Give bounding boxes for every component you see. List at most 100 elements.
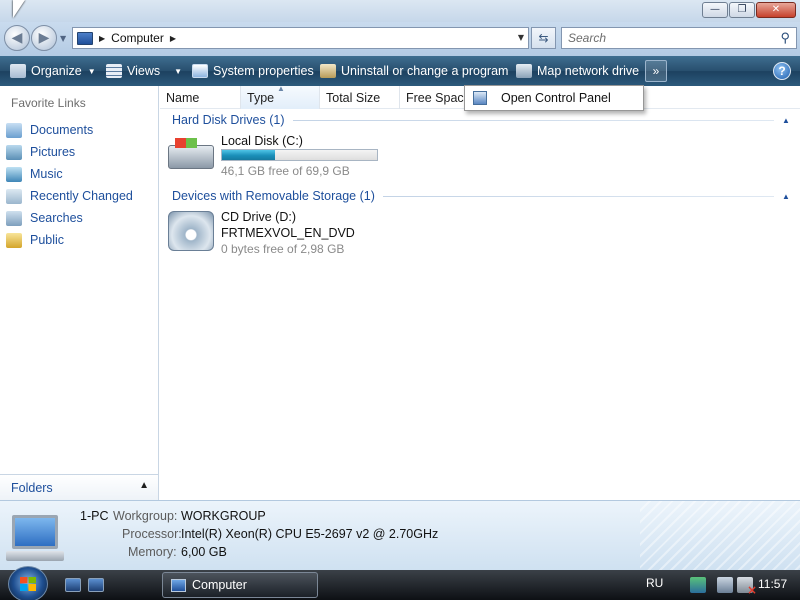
minimize-button[interactable]: — [702,2,728,18]
sort-ascending-icon: ▲ [277,84,285,93]
uninstall-program-button[interactable]: Uninstall or change a program [320,62,508,80]
drive-cd-d[interactable]: CD Drive (D:) FRTMEXVOL_EN_DVD 0 bytes f… [168,210,568,261]
monitor-shape [12,515,58,549]
menu-item-label: Open Control Panel [501,91,611,105]
organize-label: Organize [31,64,82,78]
breadcrumb-chevron-icon[interactable]: ▶ [99,34,105,43]
uninstall-program-label: Uninstall or change a program [341,64,509,78]
memory-value: 6,00 GB [181,545,227,559]
collapse-group-icon[interactable]: ▲ [780,192,792,201]
favorite-link-pictures[interactable]: Pictures [6,141,133,163]
computer-icon [77,31,93,45]
group-divider [382,195,774,197]
views-button[interactable]: Views ▼ [106,62,182,80]
network-drive-icon [516,64,532,78]
favorite-link-label: Recently Changed [30,189,133,203]
favorite-link-recently-changed[interactable]: Recently Changed [6,185,133,207]
favorite-link-label: Public [30,233,65,247]
recent-pages-dropdown[interactable]: ▼ [60,34,66,43]
search-icon[interactable]: ⚲ [780,30,790,46]
control-panel-icon [473,91,487,105]
folders-toggle[interactable]: Folders ▲ [0,474,158,500]
workgroup-label: Workgroup: [113,509,178,523]
collapse-group-icon[interactable]: ▲ [780,116,792,125]
close-button[interactable]: ✕ [756,2,796,18]
organize-button[interactable]: Organize ▼ [10,62,96,80]
drive-local-disk-c[interactable]: Local Disk (C:) 46,1 GB free of 69,9 GB [168,134,568,185]
show-desktop-icon[interactable] [65,578,81,592]
pictures-icon [6,144,22,160]
search-input[interactable]: Search ⚲ [561,27,797,49]
music-icon [6,166,22,182]
drive-free-space: 0 bytes free of 2,98 GB [221,242,345,256]
column-header-total-size[interactable]: Total Size [320,86,400,109]
refresh-button[interactable]: ⇆ [531,27,556,49]
recent-icon [6,188,22,204]
favorite-link-public[interactable]: Public [6,229,133,251]
language-indicator[interactable]: RU [646,576,663,590]
column-header-name[interactable]: Name [160,86,241,109]
map-network-drive-button[interactable]: Map network drive [516,62,639,80]
group-header-hard-disk-drives[interactable]: Hard Disk Drives (1) ▲ [172,110,792,130]
volume-muted-icon[interactable] [737,577,757,597]
system-properties-icon [192,64,208,78]
menu-item-open-control-panel[interactable]: Open Control Panel [467,88,641,108]
address-dropdown-icon[interactable]: ▼ [518,33,524,42]
group-divider [292,119,774,121]
cd-drive-icon [168,211,214,251]
hard-disk-icon [168,138,214,169]
maximize-button[interactable]: ❐ [729,2,755,18]
favorite-link-label: Pictures [30,145,76,159]
forward-arrow-icon: ▶ [38,30,50,46]
chevron-right-icon: » [652,64,660,78]
explorer-window: — ❐ ✕ ◀ ▶ ▼ ▶ Computer ▶ ▼ ⇆ Search ⚲ Or… [0,0,800,570]
system-properties-label: System properties [213,64,314,78]
forward-button[interactable]: ▶ [31,25,57,51]
system-properties-button[interactable]: System properties [192,62,314,80]
favorite-link-searches[interactable]: Searches [6,207,133,229]
computer-name: 1-PC [80,509,109,523]
favorite-link-label: Music [30,167,63,181]
folders-label: Folders [11,480,53,495]
file-list: Hard Disk Drives (1) ▲ Local Disk (C:) 4… [160,109,800,500]
back-button[interactable]: ◀ [4,25,30,51]
favorite-links-list: Documents Pictures Music Recently Change… [6,119,133,251]
start-button[interactable] [8,566,48,600]
drive-free-space: 46,1 GB free of 69,9 GB [221,164,350,178]
favorite-link-music[interactable]: Music [6,163,133,185]
address-bar[interactable]: ▶ Computer ▶ ▼ [72,27,529,49]
drive-name: CD Drive (D:) [221,210,296,224]
memory-label: Memory: [128,545,177,559]
help-icon: ? [778,64,786,78]
chevron-up-icon: ▲ [139,480,149,491]
details-pane: 1-PC Workgroup: WORKGROUP Processor: Int… [0,500,800,570]
more-commands-button[interactable]: » [645,60,667,82]
favorite-link-documents[interactable]: Documents [6,119,133,141]
group-title: Devices with Removable Storage (1) [172,189,375,203]
clock[interactable]: 11:57 [758,577,787,591]
taskbar-button-label: Computer [192,578,247,592]
help-button[interactable]: ? [773,62,791,80]
breadcrumb-chevron-icon[interactable]: ▶ [170,34,176,43]
computer-icon [171,578,186,592]
processor-value: Intel(R) Xeon(R) CPU E5-2697 v2 @ 2.70GH… [181,527,439,541]
group-header-removable-storage[interactable]: Devices with Removable Storage (1) ▲ [172,186,792,206]
processor-label: Processor: [122,527,182,541]
taskbar-button-computer[interactable]: Computer [162,572,318,598]
address-row: ◀ ▶ ▼ ▶ Computer ▶ ▼ ⇆ Search ⚲ [0,22,800,56]
column-header-type[interactable]: ▲ Type [241,84,320,109]
column-header-label: Free Space [406,90,471,105]
map-network-drive-label: Map network drive [537,64,640,78]
column-header-label: Total Size [326,90,381,105]
dropdown-arrow-icon: ▼ [87,66,96,76]
switch-windows-icon[interactable] [88,578,104,592]
taskbar: Computer RU 11:57 [0,566,800,600]
network-icon[interactable] [717,577,733,593]
breadcrumb-computer[interactable]: Computer [111,31,164,45]
column-header-label: Name [166,90,200,105]
navigation-pane: Favorite Links Documents Pictures Music … [0,86,159,500]
mouse-cursor [13,0,25,18]
security-center-icon[interactable] [690,577,706,593]
public-folder-icon [6,232,22,248]
dropdown-arrow-icon: ▼ [174,66,183,76]
